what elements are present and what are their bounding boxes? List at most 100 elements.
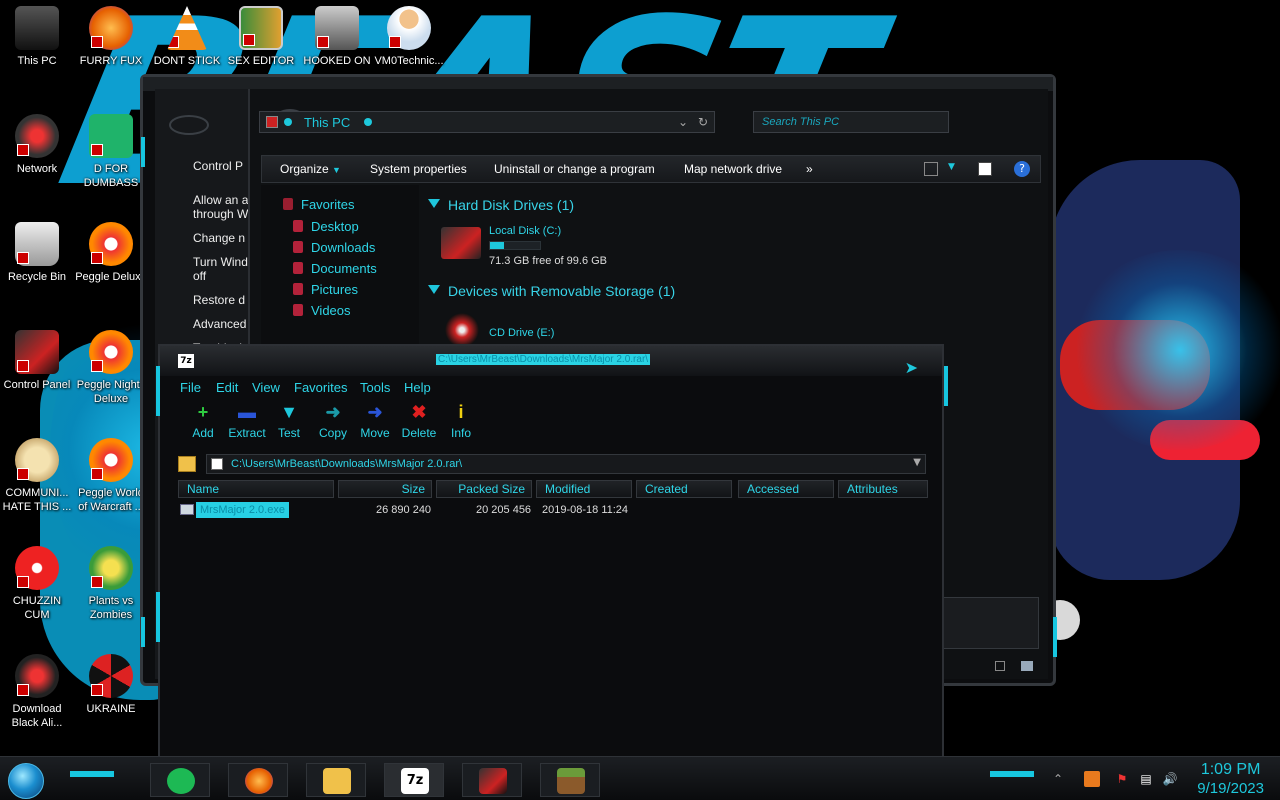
desktop-icon-download-black-ali[interactable]: Download Black Ali... [0, 654, 74, 730]
desktop-icon-chuzzin-cum[interactable]: CHUZZIN CUM [0, 546, 74, 622]
7zip-title-bar[interactable]: 7z C:\Users\MrBeast\Downloads\MrsMajor 2… [160, 346, 942, 377]
cd-drive-icon[interactable] [445, 313, 479, 347]
desktop-icon-recycle-bin[interactable]: Recycle Bin [0, 222, 74, 284]
tray-app-icon[interactable] [1084, 771, 1100, 787]
nav-desktop[interactable]: Desktop [293, 219, 359, 234]
menu-file[interactable]: File [180, 380, 201, 395]
organize-button[interactable]: Organize ▼ [280, 162, 341, 176]
preview-pane-icon[interactable] [978, 162, 992, 176]
map-network-drive-button[interactable]: Map network drive [684, 162, 782, 176]
nav-videos[interactable]: Videos [293, 303, 351, 318]
menu-favorites[interactable]: Favorites [294, 380, 347, 395]
show-hidden-icons-icon[interactable]: ⌃ [1050, 771, 1066, 787]
menu-help[interactable]: Help [404, 380, 431, 395]
col-attributes[interactable]: Attributes [838, 480, 928, 498]
nav-pictures[interactable]: Pictures [293, 282, 358, 297]
desktop-icon-label: HOOKED ON [303, 55, 371, 67]
7zip-window[interactable]: 7z C:\Users\MrBeast\Downloads\MrsMajor 2… [156, 344, 948, 774]
file-size: 26 890 240 [376, 504, 432, 516]
nav-documents[interactable]: Documents [293, 261, 377, 276]
chevron-down-icon[interactable]: ▼ [948, 162, 955, 172]
system-properties-button[interactable]: System properties [370, 162, 467, 176]
desktop-icon-network[interactable]: Network [0, 114, 74, 176]
taskbar-firefox[interactable] [228, 763, 288, 797]
desktop-icon-peggle-deluxe[interactable]: Peggle Deluxe [74, 222, 148, 284]
network-icon[interactable]: ▤ [1138, 771, 1154, 787]
folder-up-icon[interactable] [178, 456, 196, 472]
desktop-icon-d-for-dumbass[interactable]: D FOR DUMBASS [74, 114, 148, 190]
desktop-icon-peggle-world-of-warcraft[interactable]: Peggle World of Warcraft ... [74, 438, 148, 514]
taskbar-control-panel[interactable] [462, 763, 522, 797]
7zip-column-headers: Name Size Packed Size Modified Created A… [176, 480, 928, 498]
nav-favorites[interactable]: Favorites [283, 197, 354, 212]
col-created[interactable]: Created [636, 480, 732, 498]
removable-storage-header[interactable]: Devices with Removable Storage (1) [428, 283, 675, 299]
desktop-icon-peggle-nights-deluxe[interactable]: Peggle Nights Deluxe [74, 330, 148, 406]
desktop-icon-vm0technic[interactable]: VM0Technic... [372, 6, 446, 68]
desktop-icon-control-panel[interactable]: Control Panel [0, 330, 74, 392]
7zip-address-bar[interactable]: C:\Users\MrBeast\Downloads\MrsMajor 2.0.… [206, 454, 926, 474]
desktop-icon-label: FURRY FUX [79, 55, 143, 67]
peggle-icon [89, 222, 133, 266]
desktop-icon-hooked-on[interactable]: HOOKED ON [300, 6, 374, 68]
desktop-icon-sex-editor[interactable]: SEX EDITOR [224, 6, 298, 68]
explorer-search-box[interactable]: Search This PC [753, 111, 949, 133]
uninstall-program-button[interactable]: Uninstall or change a program [494, 162, 655, 176]
action-center-icon[interactable]: ⚑ [1114, 771, 1130, 787]
col-modified[interactable]: Modified [536, 480, 632, 498]
start-button[interactable] [8, 763, 44, 799]
table-row[interactable]: MrsMajor 2.0.exe 26 890 240 20 205 456 2… [180, 502, 932, 520]
taskbar-7zip[interactable]: 7z [384, 763, 444, 797]
nav-downloads[interactable]: Downloads [293, 240, 375, 255]
window-controls-icon[interactable]: ➤ [905, 358, 918, 377]
more-commands-button[interactable]: » [806, 162, 813, 176]
add-button[interactable]: + Add [178, 400, 228, 440]
chevron-down-icon[interactable]: ⌄ [678, 115, 688, 129]
desktop-icon-ukraine[interactable]: UKRAINE [74, 654, 148, 716]
details-view-icon[interactable] [995, 661, 1005, 671]
desktop-icon-dont-stick[interactable]: DONT STICK [150, 6, 224, 68]
shortcut-arrow-icon [317, 36, 329, 48]
hard-disk-drives-header[interactable]: Hard Disk Drives (1) [428, 197, 574, 213]
desktop-icon-label: Peggle World of Warcraft ... [78, 487, 144, 513]
system-clock[interactable]: 1:09 PM 9/19/2023 [1197, 760, 1264, 798]
view-options-icon[interactable] [924, 162, 938, 176]
col-name[interactable]: Name [178, 480, 334, 498]
desktop-icon-communi-hate-this[interactable]: COMMUNI... HATE THIS ... [0, 438, 74, 514]
desktop-icon-furry-fux[interactable]: FURRY FUX [74, 6, 148, 68]
desktop-icon-label: D FOR DUMBASS [83, 163, 139, 189]
desktop-icon-label: COMMUNI... HATE THIS ... [2, 487, 72, 513]
info-button[interactable]: i Info [436, 400, 486, 440]
7zip-menu-bar: File Edit View Favorites Tools Help [174, 378, 934, 398]
recycle-bin-icon [15, 222, 59, 266]
computer-icon [15, 6, 59, 50]
chevron-down-icon[interactable]: ▼ [913, 457, 921, 468]
desktop-icon-plants-vs-zombies[interactable]: Plants vs Zombies [74, 546, 148, 622]
volume-icon[interactable]: 🔊 [1162, 771, 1178, 787]
file-name[interactable]: MrsMajor 2.0.exe [196, 502, 289, 518]
cd-drive-label[interactable]: CD Drive (E:) [489, 327, 554, 339]
col-size[interactable]: Size [338, 480, 432, 498]
taskbar-spotify[interactable] [150, 763, 210, 797]
col-accessed[interactable]: Accessed [738, 480, 834, 498]
refresh-icon[interactable]: ↻ [698, 115, 708, 129]
desktop-icon-this-pc[interactable]: This PC [0, 6, 74, 68]
shortcut-arrow-icon [91, 684, 103, 696]
help-icon[interactable]: ? [1014, 161, 1030, 177]
taskbar-file-explorer[interactable] [306, 763, 366, 797]
file-modified: 2019-08-18 11:24 [542, 504, 629, 516]
menu-view[interactable]: View [252, 380, 280, 395]
test-label: Test [277, 426, 300, 440]
test-button[interactable]: ▼ Test [264, 400, 314, 440]
large-icons-view-icon[interactable] [1021, 661, 1033, 671]
explorer-command-bar: Organize ▼ System properties Uninstall o… [261, 155, 1041, 183]
menu-tools[interactable]: Tools [360, 380, 390, 395]
taskbar-minecraft[interactable] [540, 763, 600, 797]
local-disk-icon[interactable] [441, 227, 481, 259]
col-packed-size[interactable]: Packed Size [436, 480, 532, 498]
explorer-address-bar[interactable]: This PC ⌄ ↻ [259, 111, 715, 133]
local-disk-label[interactable]: Local Disk (C:) [489, 225, 561, 237]
menu-edit[interactable]: Edit [216, 380, 238, 395]
desktop-icon-label: UKRAINE [86, 703, 136, 715]
move-button[interactable]: ➜ Move [350, 400, 400, 440]
